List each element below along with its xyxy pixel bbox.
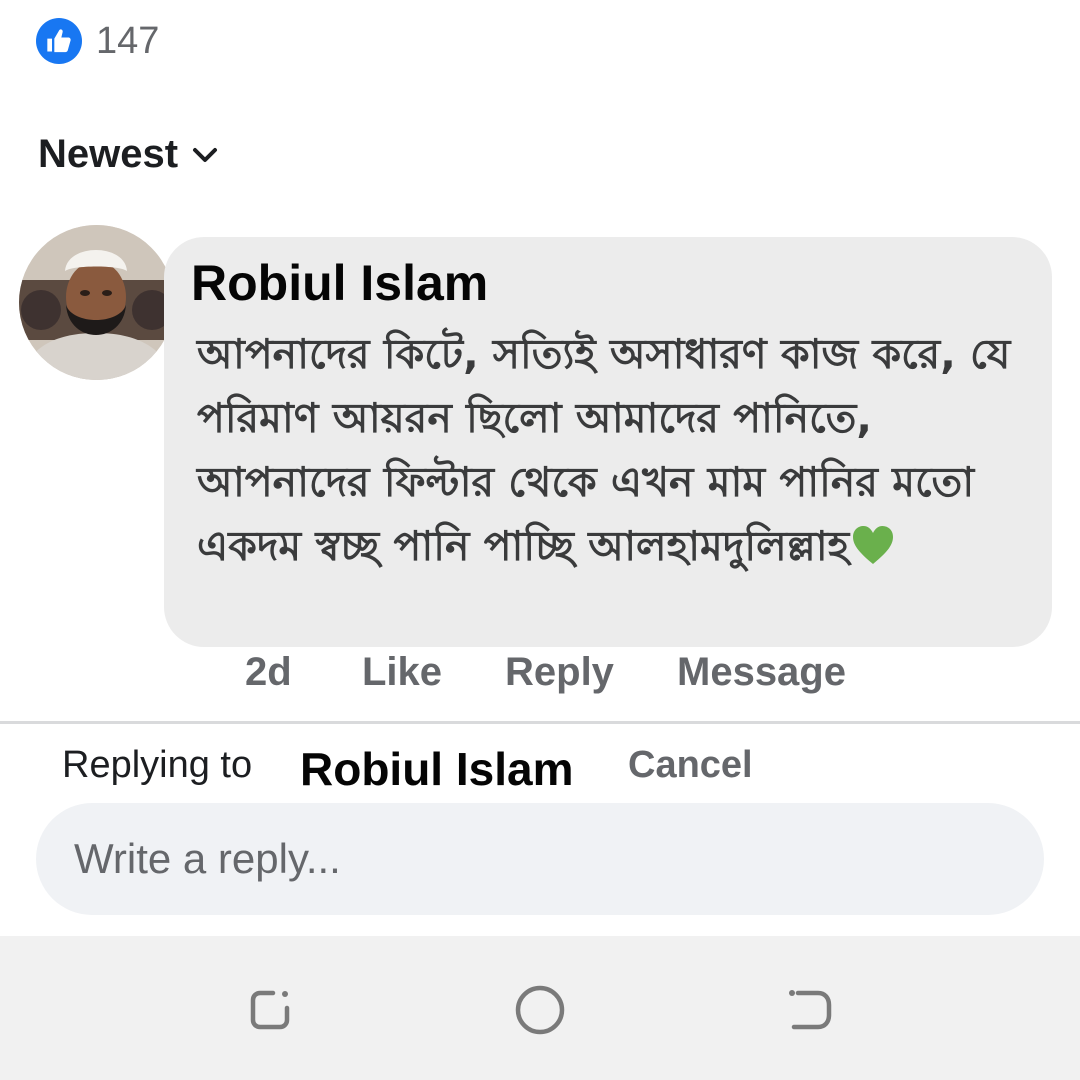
avatar[interactable] [19,225,174,380]
home-icon[interactable] [512,982,568,1038]
replying-to-name: Robiul Islam [300,743,574,795]
reply-button[interactable]: Reply [505,650,614,695]
comment-author[interactable]: Robiul Islam [191,254,488,312]
reaction-count: 147 [96,19,160,62]
cancel-button[interactable]: Cancel [628,744,753,787]
reply-input[interactable] [72,818,996,900]
divider [0,721,1080,724]
reply-input-container[interactable] [36,803,1044,915]
recents-icon[interactable] [243,982,299,1038]
reaction-summary[interactable]: 147 [36,18,159,64]
chevron-down-icon [193,147,218,162]
green-heart-icon [853,526,894,564]
message-button[interactable]: Message [677,650,846,695]
comment-timestamp: 2d [245,650,292,694]
like-button[interactable]: Like [362,650,442,695]
sort-label: Newest [38,132,179,176]
sort-dropdown[interactable]: Newest [38,132,218,177]
back-icon[interactable] [782,982,838,1038]
replying-to-label: Replying to [62,744,253,786]
like-icon [36,18,82,64]
comment-body: আপনাদের কিটে, সত্যিই অসাধারণ কাজ করে, যে… [197,322,1027,578]
